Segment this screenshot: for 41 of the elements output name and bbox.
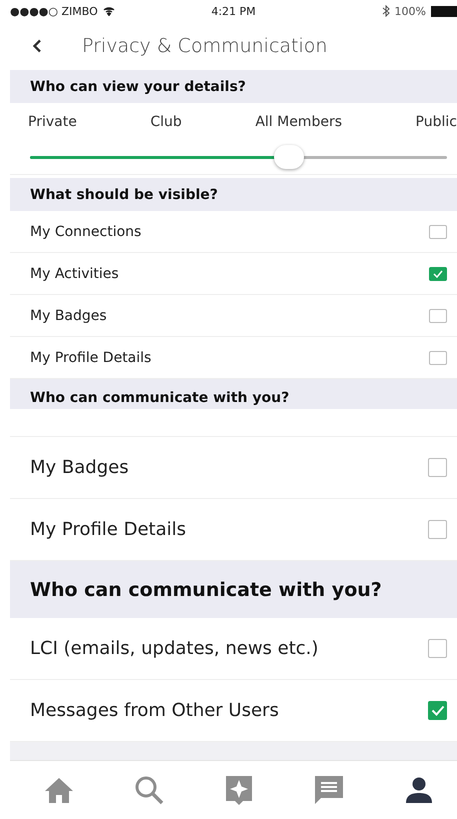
- setting-label: My Connections: [30, 224, 142, 240]
- chevron-left-icon: [32, 39, 42, 53]
- checkbox[interactable]: [428, 520, 447, 539]
- screen-title: Privacy & Communication: [82, 35, 328, 57]
- person-icon: [405, 776, 433, 804]
- setting-label: My Badges: [30, 308, 107, 324]
- slider-thumb[interactable]: [274, 144, 304, 168]
- sparkle-bubble-icon: [224, 774, 254, 806]
- checkbox[interactable]: [429, 350, 447, 364]
- section-header: Who can communicate with you?: [10, 379, 457, 409]
- setting-label: Messages from Other Users: [30, 700, 279, 721]
- setting-label: My Profile Details: [30, 350, 152, 366]
- setting-label: My Profile Details: [30, 519, 186, 540]
- slider-option-label: All Members: [255, 114, 342, 130]
- carrier-name: ●●●●○ ZIMBO: [10, 4, 98, 18]
- slider-option-label: Public: [416, 114, 457, 130]
- bluetooth-icon: [382, 5, 390, 17]
- slider-option-label: Private: [28, 114, 77, 130]
- checkmark-icon: [433, 270, 443, 278]
- checkmark-icon: [430, 705, 444, 716]
- checkbox[interactable]: [428, 701, 447, 720]
- checkbox[interactable]: [429, 224, 447, 238]
- search-icon: [134, 775, 164, 805]
- home-icon: [44, 776, 74, 804]
- section-header: Who can communicate with you?: [10, 561, 457, 618]
- checkbox[interactable]: [428, 458, 447, 477]
- setting-label: My Activities: [30, 266, 119, 282]
- back-button[interactable]: [30, 37, 44, 55]
- checkbox[interactable]: [429, 308, 447, 322]
- setting-label: LCI (emails, updates, news etc.): [30, 638, 318, 659]
- section-header: Who can view your details?: [10, 70, 457, 103]
- setting-label: My Badges: [30, 457, 129, 478]
- battery-icon: [430, 6, 457, 16]
- checkbox[interactable]: [428, 639, 447, 658]
- checkbox[interactable]: [429, 266, 447, 280]
- battery-percent: 100%: [394, 4, 426, 18]
- section-header: What should be visible?: [10, 178, 457, 211]
- slider-option-label: Club: [150, 114, 182, 130]
- chat-icon: [313, 774, 346, 806]
- status-time: 4:21 PM: [211, 4, 256, 18]
- wifi-icon: [102, 6, 115, 16]
